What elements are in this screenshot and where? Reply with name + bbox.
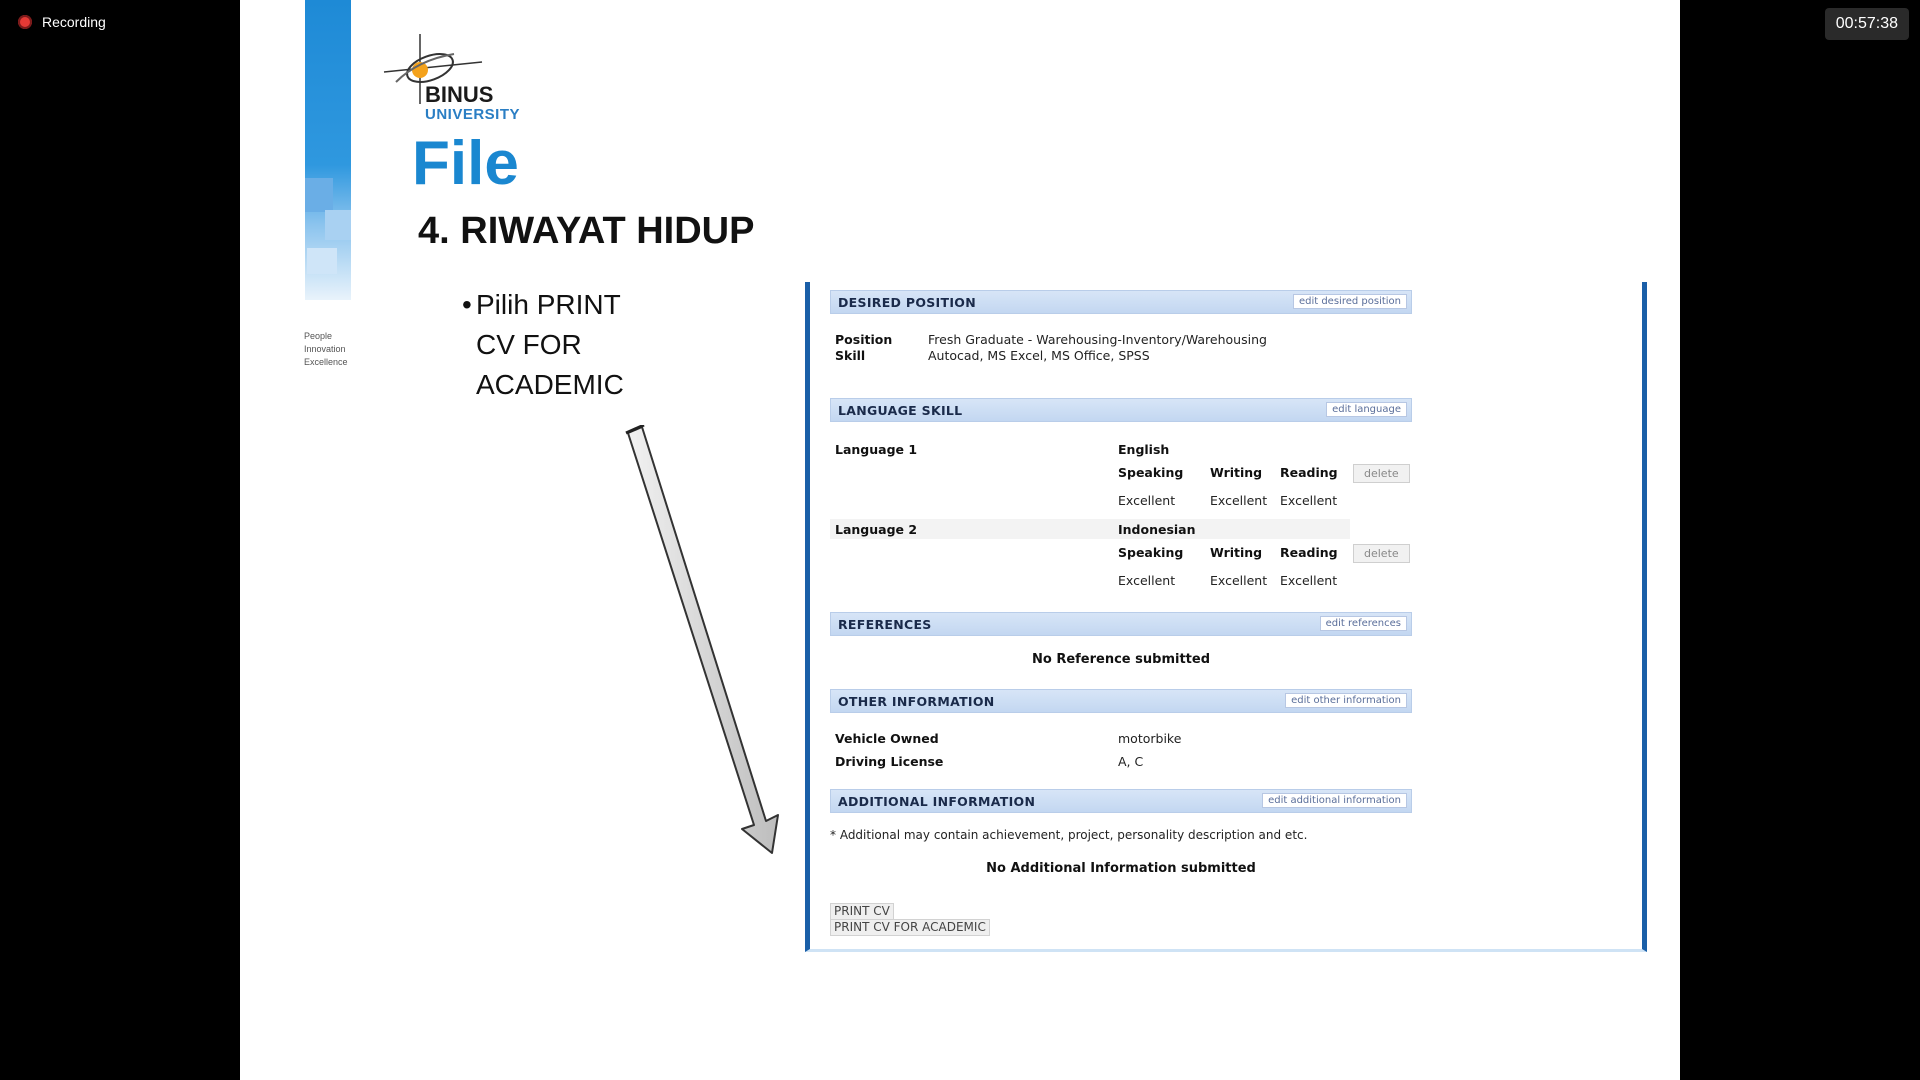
language-skill-header: LANGUAGE SKILL edit language [830, 398, 1412, 422]
position-value: Fresh Graduate - Warehousing-Inventory/W… [928, 332, 1267, 347]
references-header: REFERENCES edit references [830, 612, 1412, 636]
language-2-speaking: Excellent [1118, 573, 1176, 588]
logo-subtext: UNIVERSITY [425, 106, 521, 123]
logo-text: BINUS [425, 82, 494, 107]
no-reference-text: No Reference submitted [1031, 652, 1211, 667]
no-additional-info-text: No Additional Information submitted [986, 861, 1256, 876]
vehicle-owned-value: motorbike [1118, 731, 1182, 746]
language-1-name: English [1118, 442, 1170, 457]
cv-screenshot: DESIRED POSITION edit desired position P… [805, 282, 1647, 952]
additional-information-header: ADDITIONAL INFORMATION edit additional i… [830, 789, 1412, 813]
skill-label: Skill [835, 348, 866, 363]
edit-language-link[interactable]: edit language [1326, 402, 1407, 417]
slide-subtitle: 4. RIWAYAT HIDUP [418, 210, 755, 252]
driving-license-label: Driving License [835, 754, 944, 769]
language-1-speaking: Excellent [1118, 493, 1176, 508]
record-icon [18, 15, 32, 29]
language-2-label: Language 2 [835, 522, 918, 537]
col-writing-2: Writing [1210, 545, 1263, 560]
edit-other-information-link[interactable]: edit other information [1285, 693, 1407, 708]
slide-bullet: • Pilih PRINT CV FOR ACADEMIC [462, 289, 624, 400]
driving-license-value: A, C [1118, 754, 1144, 769]
col-reading: Reading [1280, 465, 1338, 480]
desired-position-header: DESIRED POSITION edit desired position [830, 290, 1412, 314]
other-information-header: OTHER INFORMATION edit other information [830, 689, 1412, 713]
recording-timer: 00:57:38 [1824, 8, 1909, 40]
edit-additional-information-link[interactable]: edit additional information [1262, 793, 1407, 808]
delete-language-1-button[interactable]: delete [1353, 464, 1410, 483]
language-1-reading: Excellent [1280, 493, 1338, 508]
slide-side-bar [305, 0, 351, 300]
print-cv-button[interactable]: PRINT CV [830, 903, 894, 920]
language-1-label: Language 1 [835, 442, 918, 457]
recording-label: Recording [42, 14, 106, 30]
vehicle-owned-label: Vehicle Owned [835, 731, 939, 746]
print-cv-academic-button[interactable]: PRINT CV FOR ACADEMIC [830, 919, 990, 936]
slide-tagline: People Innovation Excellence [304, 331, 348, 367]
edit-references-link[interactable]: edit references [1319, 616, 1407, 631]
presentation-slide: People Innovation Excellence BINUS UNIVE… [240, 0, 1680, 1080]
col-speaking-2: Speaking [1118, 545, 1184, 560]
language-2-writing: Excellent [1210, 573, 1268, 588]
position-label: Position [835, 332, 893, 347]
col-writing: Writing [1210, 465, 1263, 480]
language-1-writing: Excellent [1210, 493, 1268, 508]
edit-desired-position-link[interactable]: edit desired position [1292, 294, 1407, 309]
language-2-reading: Excellent [1280, 573, 1338, 588]
pointer-arrow-icon [625, 425, 779, 854]
col-speaking: Speaking [1118, 465, 1184, 480]
recording-indicator: Recording [18, 14, 106, 30]
additional-note: * Additional may contain achievement, pr… [830, 828, 1308, 842]
skill-value: Autocad, MS Excel, MS Office, SPSS [928, 348, 1150, 363]
slide-title: File [412, 129, 519, 198]
col-reading-2: Reading [1280, 545, 1338, 560]
language-2-name: Indonesian [1118, 522, 1196, 537]
delete-language-2-button[interactable]: delete [1353, 544, 1410, 563]
